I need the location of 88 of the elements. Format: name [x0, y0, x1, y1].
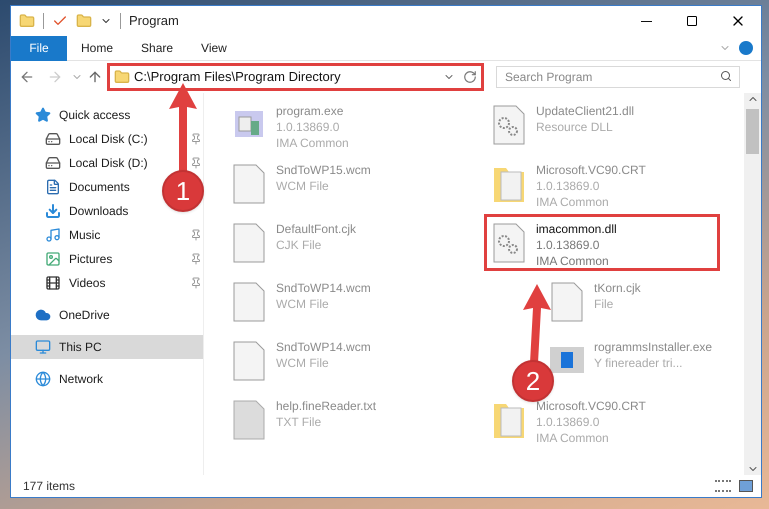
refresh-icon[interactable] [463, 70, 477, 84]
download-icon [45, 203, 61, 219]
file-name: UpdateClient21.dll [536, 103, 634, 119]
file-name: tKorn.cjk [594, 280, 641, 296]
file-detail: IMA Common [276, 135, 349, 151]
sidebar-item[interactable]: This PC [11, 335, 203, 359]
details-view-icon[interactable] [715, 480, 731, 492]
file-icon [549, 280, 585, 324]
file-detail: WCM File [276, 296, 330, 312]
window-title: Program [129, 12, 179, 30]
pin-icon[interactable] [190, 253, 202, 265]
ribbon-tab[interactable]: Share [127, 36, 188, 60]
sidebar-item[interactable]: Documents [11, 175, 156, 199]
file-name: imacommon.dll [536, 221, 617, 237]
pin-icon[interactable] [190, 277, 202, 289]
search-field[interactable]: Search Program [496, 66, 740, 88]
file-detail: File [594, 296, 614, 312]
file-name: rogrammsInstaller.exe [594, 339, 712, 355]
sidebar-item[interactable]: OneDrive [11, 303, 203, 327]
file-detail: 1.0.13869.0 [276, 119, 340, 135]
file-detail: WCM File [276, 178, 330, 194]
file-detail: Resource DLL [536, 119, 614, 135]
file-detail: 1.0.13869.0 [536, 414, 600, 430]
file-detail: IMA Common [536, 194, 610, 210]
step-number: 1 [162, 170, 204, 212]
scroll-thumb[interactable] [746, 109, 759, 154]
sidebar-item[interactable]: Quick access [11, 103, 203, 127]
file-icon [231, 221, 267, 265]
ribbon-tab[interactable]: File [11, 36, 67, 60]
file-detail: IMA Common [536, 253, 610, 269]
sidebar-item[interactable]: Local Disk (C:) [11, 127, 156, 151]
file-detail: TXT File [276, 414, 322, 430]
file-icon [231, 162, 267, 206]
file-name: help.fineReader.txt [276, 398, 376, 414]
scrollbar[interactable] [744, 93, 761, 475]
document-icon [45, 179, 61, 195]
gear-file-icon [491, 103, 527, 147]
address-path: C:\Program Files\Program Directory [134, 68, 342, 86]
sidebar-item[interactable]: Local Disk (D:) [11, 151, 156, 175]
sidebar-item[interactable]: Network [11, 367, 203, 391]
large-icons-view-icon[interactable] [739, 480, 753, 492]
sidebar-item[interactable]: Pictures [11, 247, 156, 271]
pin-icon[interactable] [190, 157, 202, 169]
file-name: SndToWP14.wcm [276, 339, 371, 355]
file-detail: Y finereader tri... [594, 355, 684, 371]
pin-icon[interactable] [190, 133, 202, 145]
step-number: 2 [512, 360, 554, 402]
pin-icon[interactable] [190, 229, 202, 241]
back-icon[interactable] [19, 69, 35, 85]
sidebar-item[interactable]: Downloads [11, 199, 156, 223]
file-name: program.exe [276, 103, 344, 119]
film-icon [45, 275, 61, 291]
monitor-icon [35, 339, 51, 355]
file-icon [231, 339, 267, 383]
minimize-icon [640, 20, 652, 22]
ribbon-tab[interactable]: Home [67, 36, 128, 60]
ribbon-tab[interactable]: View [187, 36, 241, 60]
music-note-icon [45, 227, 61, 243]
drive-icon [45, 155, 61, 171]
file-name: Microsoft.VC90.CRT [536, 162, 646, 178]
address-field[interactable]: C:\Program Files\Program Directory [107, 63, 484, 91]
search-icon [720, 70, 732, 82]
file-icon [231, 280, 267, 324]
folder-icon [114, 69, 130, 85]
forward-icon[interactable] [47, 69, 63, 85]
file-detail: WCM File [276, 355, 330, 371]
file-icon [231, 398, 267, 442]
help-icon[interactable] [739, 41, 753, 55]
gear-file-icon [491, 221, 527, 265]
maximize-icon [686, 15, 698, 27]
file-name: SndToWP14.wcm [276, 280, 371, 296]
folder-icon[interactable] [19, 13, 35, 29]
file-name: DefaultFont.cjk [276, 221, 356, 237]
file-detail: 1.0.13869.0 [536, 178, 600, 194]
up-icon[interactable] [87, 69, 103, 85]
sidebar-item[interactable]: Videos [11, 271, 156, 295]
file-name: SndToWP15.wcm [276, 162, 371, 178]
star-icon [35, 107, 51, 123]
file-detail: CJK File [276, 237, 322, 253]
new-folder-icon[interactable] [76, 13, 92, 29]
file-detail: 1.0.13869.0 [536, 237, 600, 253]
network-icon [35, 371, 51, 387]
cloud-icon [35, 307, 51, 323]
sidebar-item[interactable]: Music [11, 223, 156, 247]
file-detail: IMA Common [536, 430, 610, 446]
drive-icon [45, 131, 61, 147]
item-count: 177 items [23, 478, 76, 495]
picture-icon [45, 251, 61, 267]
